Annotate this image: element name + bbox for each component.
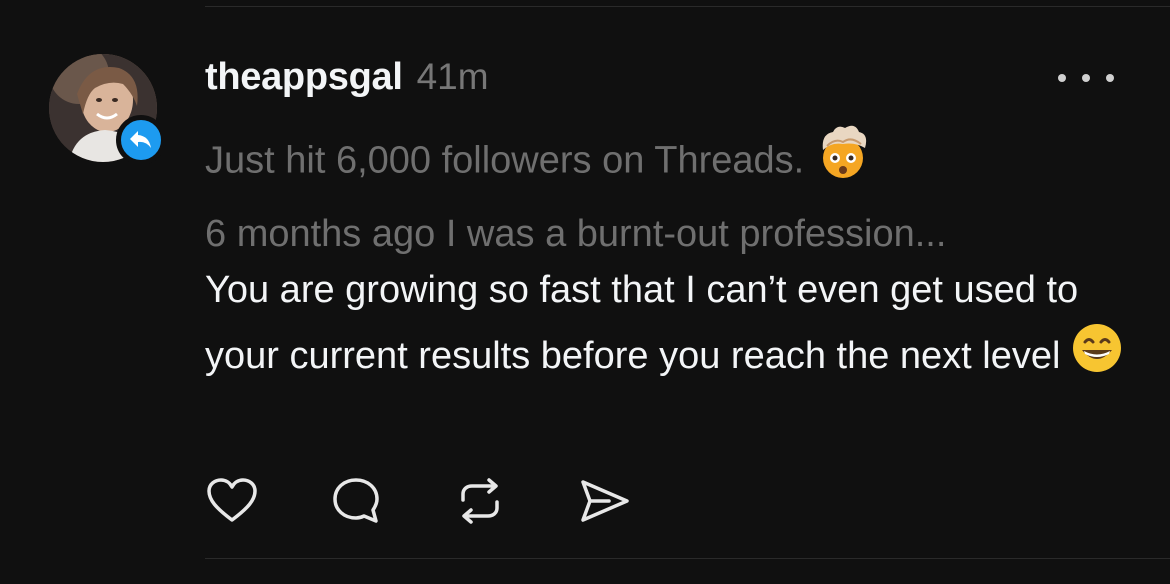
username[interactable]: theappsgal [205,56,403,99]
thread-post: theappsgal 41m Just hit 6,000 followers … [0,0,1170,584]
bottom-divider [205,558,1170,559]
reply-arrow-icon [130,131,151,148]
share-button[interactable] [577,474,631,528]
more-options-dot [1106,74,1114,82]
exploding-head-emoji [815,124,871,201]
like-button[interactable] [205,474,259,528]
more-options-button[interactable] [1058,60,1114,96]
quoted-post[interactable]: Just hit 6,000 followers on Threads. 6 m… [205,124,1125,267]
quoted-line-1: Just hit 6,000 followers on Threads. [205,124,1125,201]
reply-text: You are growing so fast that I can’t eve… [205,258,1135,394]
repost-icon [461,478,499,524]
reply-badge [116,115,166,165]
comment-button[interactable] [329,474,383,528]
heart-icon [207,478,257,522]
action-bar [205,474,701,528]
more-options-icon [1058,74,1066,82]
comment-bubble-icon [333,478,379,523]
grinning-face-emoji [1071,322,1123,394]
top-divider [205,6,1170,7]
quoted-text-1: Just hit 6,000 followers on Threads. [205,139,805,182]
timestamp: 41m [416,56,489,97]
send-icon [581,480,629,522]
more-options-dot [1082,74,1090,82]
post-header: theappsgal 41m [205,56,489,99]
reply-body: You are growing so fast that I can’t eve… [205,269,1079,378]
repost-button[interactable] [453,474,507,528]
